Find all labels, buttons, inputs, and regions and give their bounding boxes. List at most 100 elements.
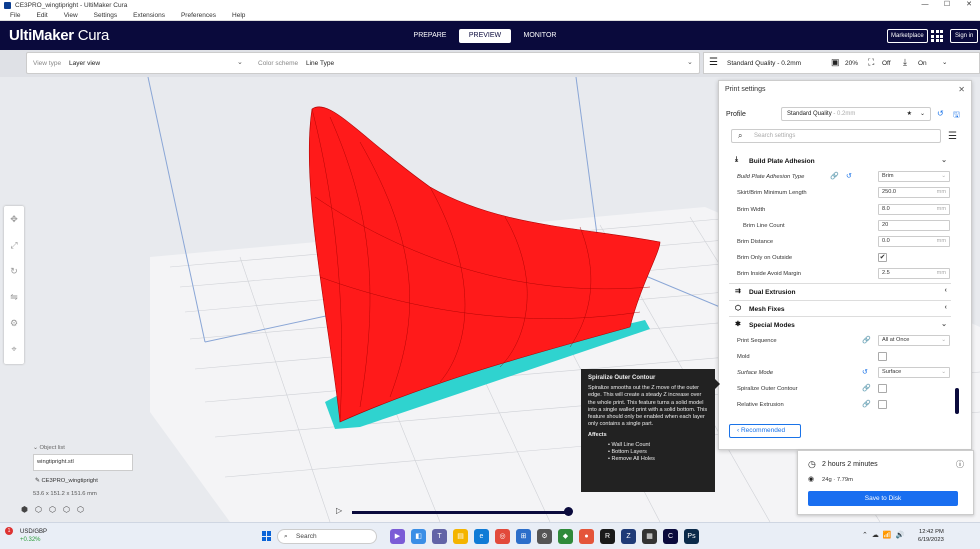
per-model-settings-icon[interactable]: ⚙ bbox=[4, 310, 24, 336]
skirt-min-length-field[interactable]: 250.0 mm bbox=[878, 187, 950, 198]
cura-taskbar-icon[interactable]: C bbox=[663, 529, 678, 544]
close-button[interactable]: ✕ bbox=[958, 0, 980, 10]
play-icon[interactable]: ▷ bbox=[336, 506, 342, 515]
category-mesh-fixes[interactable]: ⬡ Mesh Fixes ‹ bbox=[729, 300, 951, 316]
reset-icon[interactable]: ↺ bbox=[846, 172, 852, 180]
marketplace-button[interactable]: Marketplace bbox=[887, 29, 928, 43]
settings-search-input[interactable]: ⌕ Search settings bbox=[731, 129, 941, 143]
print-setup-summary[interactable]: ☰ Standard Quality - 0.2mm ▣ 20% ⛶ Off ⤓… bbox=[703, 52, 980, 74]
link-icon[interactable]: 🔗 bbox=[830, 172, 839, 180]
recommended-button[interactable]: ‹ Recommended bbox=[729, 424, 801, 438]
start-button[interactable] bbox=[262, 531, 272, 541]
app-icon[interactable]: R bbox=[600, 529, 615, 544]
edge-icon[interactable]: e bbox=[474, 529, 489, 544]
signin-button[interactable]: Sign in bbox=[950, 29, 979, 43]
reset-profile-icon[interactable]: ↺ bbox=[937, 109, 944, 118]
stock-widget[interactable]: 1 USD/GBP +0.32% bbox=[5, 527, 47, 544]
print-sequence-dropdown[interactable]: All at Once ⌄ bbox=[878, 335, 950, 346]
category-dual-extrusion[interactable]: ⇉ Dual Extrusion ‹ bbox=[729, 283, 951, 299]
star-icon[interactable]: ★ bbox=[907, 108, 912, 120]
app-icon[interactable]: ▦ bbox=[642, 529, 657, 544]
info-icon[interactable]: ⓘ bbox=[956, 459, 964, 470]
adhesion-type-dropdown[interactable]: Brim ⌄ bbox=[878, 171, 950, 182]
teams-icon[interactable]: T bbox=[432, 529, 447, 544]
chevron-down-icon[interactable]: ⌄ bbox=[237, 58, 243, 66]
close-icon[interactable]: ✕ bbox=[958, 85, 965, 94]
menu-file[interactable]: File bbox=[10, 12, 20, 19]
adhesion-icon: ⤓ bbox=[903, 57, 907, 67]
material-icon: ◉ bbox=[808, 476, 815, 483]
minimize-button[interactable]: — bbox=[914, 0, 936, 10]
settings-scrollbar[interactable] bbox=[955, 388, 959, 414]
surface-mode-dropdown[interactable]: Surface ⌄ bbox=[878, 367, 950, 378]
menu-extensions[interactable]: Extensions bbox=[133, 12, 165, 19]
maximize-button[interactable]: ☐ bbox=[936, 0, 958, 10]
relative-extrusion-checkbox[interactable] bbox=[878, 400, 887, 409]
app-icon[interactable]: Z bbox=[621, 529, 636, 544]
profile-dropdown[interactable]: Standard Quality - 0.2mm ★ ⌄ bbox=[781, 107, 931, 121]
store-icon[interactable]: ⊞ bbox=[516, 529, 531, 544]
tooltip-body: Spiralize smooths out the Z move of the … bbox=[588, 385, 708, 428]
tab-prepare[interactable]: PREPARE bbox=[404, 29, 456, 43]
menu-help[interactable]: Help bbox=[232, 12, 245, 19]
menu-edit[interactable]: Edit bbox=[36, 12, 47, 19]
view-type-dropdown[interactable]: Layer view bbox=[69, 60, 100, 67]
photoshop-icon[interactable]: Ps bbox=[684, 529, 699, 544]
material-usage: 24g · 7.79m bbox=[822, 477, 853, 483]
brim-distance-field[interactable]: 0.0 mm bbox=[878, 236, 950, 247]
save-profile-icon[interactable]: 🖫 bbox=[953, 109, 960, 123]
menu-view[interactable]: View bbox=[64, 12, 78, 19]
brim-only-outside-checkbox[interactable]: ✔ bbox=[878, 253, 887, 262]
support-blocker-icon[interactable]: ⌖ bbox=[4, 336, 24, 362]
color-scheme-dropdown[interactable]: Line Type bbox=[306, 60, 334, 67]
left-view-icon[interactable]: ⬡ bbox=[63, 505, 77, 514]
object-list-item[interactable]: wingtipright.stl bbox=[33, 454, 133, 471]
save-to-disk-button[interactable]: Save to Disk bbox=[808, 491, 958, 506]
settings-visibility-menu-icon[interactable]: ☰ bbox=[948, 131, 957, 142]
menu-settings[interactable]: Settings bbox=[94, 12, 118, 19]
meet-icon[interactable]: ▶ bbox=[390, 529, 405, 544]
layer-slider-handle[interactable] bbox=[564, 507, 573, 516]
settings-app-icon[interactable]: ⚙ bbox=[537, 529, 552, 544]
category-special-modes[interactable]: ✱ Special Modes ⌄ bbox=[729, 316, 951, 332]
task-view-icon[interactable]: ◧ bbox=[411, 529, 426, 544]
tab-monitor[interactable]: MONITOR bbox=[514, 29, 566, 43]
chevron-down-icon[interactable]: ⌄ bbox=[942, 58, 947, 66]
file-explorer-icon[interactable]: ▤ bbox=[453, 529, 468, 544]
category-build-plate-adhesion[interactable]: ⤓ Build Plate Adhesion ⌄ bbox=[729, 153, 951, 169]
app-icon[interactable]: ◆ bbox=[558, 529, 573, 544]
move-tool-icon[interactable]: ✥ bbox=[4, 206, 24, 232]
taskbar-search[interactable]: ⌕ Search bbox=[277, 529, 377, 544]
spiralize-checkbox[interactable] bbox=[878, 384, 887, 393]
brim-line-count-field[interactable]: 20 bbox=[878, 220, 950, 231]
3d-view-icon[interactable]: ⬢ bbox=[21, 505, 35, 514]
link-icon[interactable]: 🔗 bbox=[862, 384, 871, 392]
mold-checkbox[interactable] bbox=[878, 352, 887, 361]
chrome-icon[interactable]: ◎ bbox=[495, 529, 510, 544]
app-icon[interactable]: ● bbox=[579, 529, 594, 544]
system-tray[interactable]: ⌃☁📶🔊 bbox=[862, 531, 908, 539]
chevron-down-icon: ⌄ bbox=[941, 321, 947, 328]
rotate-tool-icon[interactable]: ↻ bbox=[4, 258, 24, 284]
object-list-header[interactable]: ⌄ Object list bbox=[33, 445, 65, 451]
layer-slider-track[interactable] bbox=[352, 511, 568, 514]
right-view-icon[interactable]: ⬡ bbox=[77, 505, 91, 514]
setting-spiralize: Spiralize Outer Contour 🔗 bbox=[729, 381, 951, 397]
apps-grid-icon[interactable] bbox=[931, 30, 943, 42]
top-view-icon[interactable]: ⬡ bbox=[49, 505, 63, 514]
link-icon[interactable]: 🔗 bbox=[862, 400, 871, 408]
job-name[interactable]: ✎ CE3PRO_wingtipright bbox=[35, 478, 98, 484]
chevron-down-icon[interactable]: ⌄ bbox=[687, 58, 693, 66]
clock-date: 6/19/2023 bbox=[918, 537, 944, 543]
taskbar-clock[interactable]: 12:42 PM 6/19/2023 bbox=[918, 528, 944, 544]
menu-preferences[interactable]: Preferences bbox=[181, 12, 216, 19]
mirror-tool-icon[interactable]: ⇋ bbox=[4, 284, 24, 310]
brim-avoid-margin-field[interactable]: 2.5 mm bbox=[878, 268, 950, 279]
scale-tool-icon[interactable]: ⤢ bbox=[4, 232, 24, 258]
link-icon[interactable]: 🔗 bbox=[862, 336, 871, 344]
front-view-icon[interactable]: ⬡ bbox=[35, 505, 49, 514]
reset-icon[interactable]: ↺ bbox=[862, 368, 868, 376]
transform-toolbar: ✥ ⤢ ↻ ⇋ ⚙ ⌖ bbox=[4, 206, 24, 364]
tab-preview[interactable]: PREVIEW bbox=[459, 29, 511, 43]
brim-width-field[interactable]: 8.0 mm bbox=[878, 204, 950, 215]
